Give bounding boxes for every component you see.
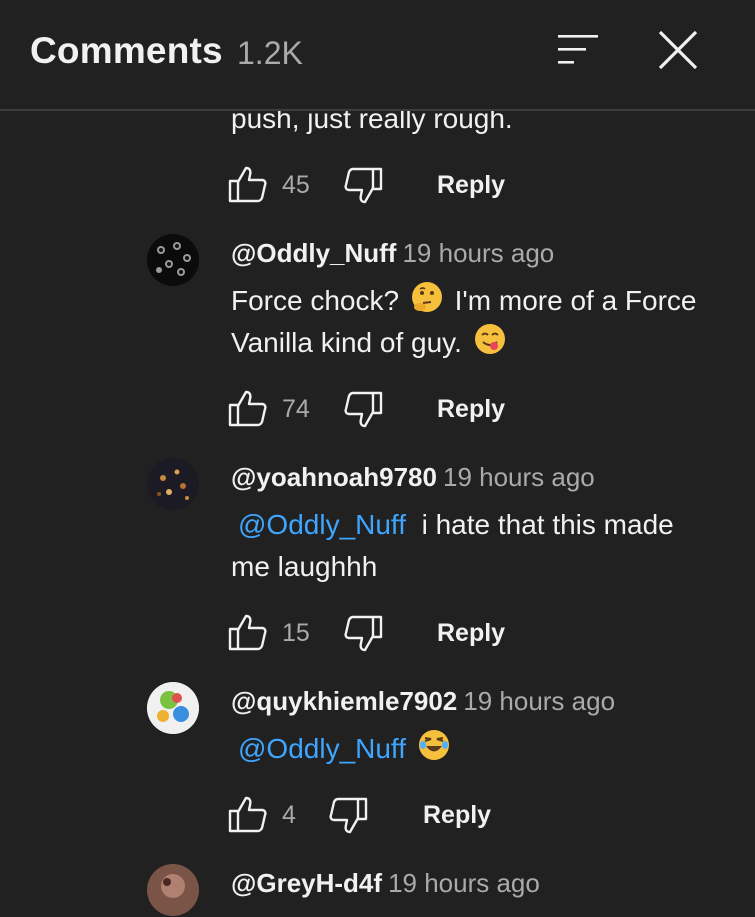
like-count: 74	[282, 395, 310, 423]
thumbs-down-icon	[344, 391, 383, 428]
thumbs-down-icon	[344, 167, 383, 204]
like-button[interactable]	[228, 164, 268, 209]
comment-time: 19 hours ago	[442, 462, 595, 492]
like-button[interactable]	[228, 794, 268, 839]
comments-title: Comments	[30, 30, 223, 71]
dislike-button[interactable]	[343, 614, 383, 659]
comments-count: 1.2K	[237, 35, 303, 71]
dislike-button[interactable]	[328, 796, 368, 841]
comments-feed[interactable]: push, just really rough. 45 Reply @Oddly…	[0, 0, 755, 917]
dislike-button[interactable]	[343, 166, 383, 211]
comment-text: @Oddly_Nuff i hate that this made	[238, 509, 674, 540]
thumbs-up-icon	[228, 796, 267, 833]
comment-text-line2: Vanilla kind of guy.	[231, 322, 510, 367]
thumbs-down-icon	[344, 615, 383, 652]
thumbs-up-icon	[228, 614, 267, 651]
dislike-button[interactable]	[343, 390, 383, 435]
avatar[interactable]	[147, 864, 199, 916]
yum-face-emoji	[474, 323, 506, 367]
comment-author[interactable]: @GreyH-d4f 19 hours ago	[231, 868, 540, 899]
sort-button[interactable]	[556, 34, 600, 66]
avatar[interactable]	[147, 234, 199, 286]
comment-text: Force chock? I'm more of a Force	[231, 280, 697, 325]
like-button[interactable]	[228, 612, 268, 657]
like-button[interactable]	[228, 388, 268, 433]
comment-text: @Oddly_Nuff	[238, 728, 454, 773]
reply-button[interactable]: Reply	[423, 801, 491, 830]
comments-header: Comments 1.2K	[0, 0, 755, 111]
reply-button[interactable]: Reply	[437, 395, 505, 424]
reply-button[interactable]: Reply	[437, 171, 505, 200]
close-icon	[658, 30, 698, 70]
comment-time: 19 hours ago	[402, 238, 555, 268]
comment-author[interactable]: @yoahnoah9780 19 hours ago	[231, 462, 595, 493]
thinking-face-emoji	[411, 281, 443, 325]
thumbs-down-icon	[329, 797, 368, 834]
thumbs-up-icon	[228, 390, 267, 427]
laughing-face-emoji	[418, 729, 450, 773]
reply-button[interactable]: Reply	[437, 619, 505, 648]
avatar[interactable]	[147, 458, 199, 510]
sort-icon	[558, 35, 598, 64]
mention-link[interactable]: @Oddly_Nuff	[238, 733, 406, 764]
mention-link[interactable]: @Oddly_Nuff	[238, 509, 406, 540]
like-count: 45	[282, 171, 310, 199]
comment-author[interactable]: @quykhiemle7902 19 hours ago	[231, 686, 615, 717]
close-button[interactable]	[656, 28, 700, 72]
comment-text-line2: me laughhh	[231, 551, 378, 582]
comment-time: 19 hours ago	[388, 868, 540, 898]
like-count: 15	[282, 619, 310, 647]
comment-author[interactable]: @Oddly_Nuff 19 hours ago	[231, 238, 554, 269]
thumbs-up-icon	[228, 166, 267, 203]
comment-time: 19 hours ago	[463, 686, 616, 716]
avatar[interactable]	[147, 682, 199, 734]
like-count: 4	[282, 801, 296, 829]
